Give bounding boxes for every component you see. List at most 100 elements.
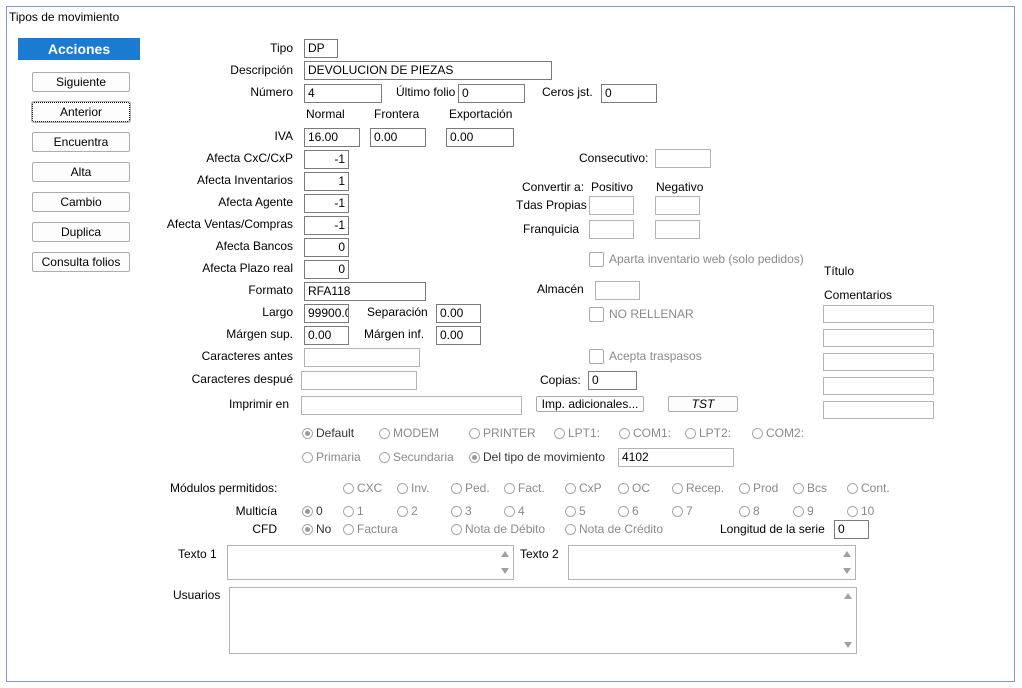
consecutivo-input[interactable]: [655, 149, 711, 168]
radio-dot: [619, 428, 630, 439]
ceros-input[interactable]: 0: [601, 84, 657, 103]
multicia-10-radio[interactable]: 10: [847, 503, 874, 519]
tst-button[interactable]: TST: [668, 396, 738, 412]
port-lpt2-radio[interactable]: LPT2:: [685, 425, 731, 441]
radio-dot: [343, 483, 354, 494]
multicia-2-radio[interactable]: 2: [397, 503, 418, 519]
formato-input[interactable]: RFA118: [304, 282, 426, 301]
multicia-7-radio[interactable]: 7: [672, 503, 693, 519]
imp-adicionales-button[interactable]: Imp. adicionales...: [536, 396, 644, 412]
scroll-down-icon[interactable]: [501, 568, 509, 574]
afecta-cxc-input[interactable]: -1: [304, 150, 349, 169]
port-com2-radio[interactable]: COM2:: [752, 425, 804, 441]
separacion-input[interactable]: 0.00: [436, 304, 481, 323]
afecta-agente-input[interactable]: -1: [304, 194, 349, 213]
almacen-input[interactable]: [595, 281, 640, 300]
numero-input[interactable]: 4: [304, 84, 382, 103]
descripcion-input[interactable]: DEVOLUCION DE PIEZAS: [304, 61, 552, 80]
del-tipo-input[interactable]: 4102: [618, 448, 734, 467]
consulta-folios-button[interactable]: Consulta folios: [32, 252, 130, 272]
no-rellenar-checkbox[interactable]: NO RELLENAR: [589, 305, 694, 323]
usuarios-label: Usuarios: [173, 588, 221, 602]
aparta-web-checkbox[interactable]: Aparta inventario web (solo pedidos): [589, 250, 804, 268]
primaria-radio[interactable]: Primaria: [302, 449, 361, 465]
port-modem-radio[interactable]: MODEM: [379, 425, 439, 441]
comentario-input-4[interactable]: [823, 377, 934, 395]
port-lpt1-radio[interactable]: LPT1:: [554, 425, 600, 441]
modulo-cont-radio[interactable]: Cont.: [847, 480, 890, 496]
comentario-input-2[interactable]: [823, 329, 934, 347]
cfd-nota-debito-radio[interactable]: Nota de Débito: [451, 521, 545, 537]
copias-input[interactable]: 0: [588, 371, 637, 390]
multicia-3-radio[interactable]: 3: [451, 503, 472, 519]
car-antes-input[interactable]: [304, 348, 420, 367]
multicia-5-radio[interactable]: 5: [565, 503, 586, 519]
comentario-input-5[interactable]: [823, 401, 934, 419]
alta-button[interactable]: Alta: [32, 162, 130, 182]
titulo-label: Título: [824, 264, 855, 278]
iva-normal-input[interactable]: 16.00: [304, 128, 360, 147]
cfd-nota-credito-radio[interactable]: Nota de Crédito: [565, 521, 663, 537]
encuentra-button[interactable]: Encuentra: [32, 132, 130, 152]
port-default-radio[interactable]: Default: [302, 425, 354, 441]
port-com1-radio[interactable]: COM1:: [619, 425, 671, 441]
multicia-9-radio[interactable]: 9: [793, 503, 814, 519]
modulo-bcs-radio[interactable]: Bcs: [793, 480, 827, 496]
duplica-button[interactable]: Duplica: [32, 222, 130, 242]
modulo-recep-radio[interactable]: Recep.: [672, 480, 724, 496]
scroll-down-icon[interactable]: [844, 642, 852, 648]
texto2-textarea[interactable]: [568, 545, 856, 580]
scroll-up-icon[interactable]: [843, 551, 851, 557]
multicia-4-radio[interactable]: 4: [504, 503, 525, 519]
modulo-ped-radio[interactable]: Ped.: [451, 480, 490, 496]
franquicia-positivo-input[interactable]: [589, 220, 634, 239]
scroll-up-icon[interactable]: [501, 551, 509, 557]
modulo-fact-radio[interactable]: Fact.: [504, 480, 545, 496]
port-printer-radio[interactable]: PRINTER: [469, 425, 536, 441]
afecta-inv-input[interactable]: 1: [304, 172, 349, 191]
car-despues-input[interactable]: [301, 371, 417, 390]
scrollbar[interactable]: [840, 546, 855, 579]
del-tipo-radio[interactable]: Del tipo de movimiento: [469, 449, 605, 465]
multicia-8-radio[interactable]: 8: [739, 503, 760, 519]
scrollbar[interactable]: [841, 588, 856, 653]
margen-inf-input[interactable]: 0.00: [436, 326, 481, 345]
modulo-inv-radio[interactable]: Inv.: [397, 480, 429, 496]
siguiente-button[interactable]: Siguiente: [32, 72, 130, 92]
cfd-factura-radio[interactable]: Factura: [343, 521, 398, 537]
multicia-0-radio[interactable]: 0: [302, 503, 323, 519]
acepta-traspasos-checkbox[interactable]: Acepta traspasos: [589, 347, 702, 365]
imprimir-input[interactable]: [301, 396, 522, 415]
multicia-1-radio[interactable]: 1: [343, 503, 364, 519]
cambio-button[interactable]: Cambio: [32, 192, 130, 212]
ultimo-folio-input[interactable]: 0: [458, 84, 525, 103]
cfd-no-radio[interactable]: No: [302, 521, 331, 537]
scroll-up-icon[interactable]: [844, 593, 852, 599]
margen-sup-input[interactable]: 0.00: [304, 326, 349, 345]
longitud-serie-input[interactable]: 0: [834, 520, 869, 539]
afecta-ventas-input[interactable]: -1: [304, 216, 349, 235]
modulo-oc-radio[interactable]: OC: [618, 480, 650, 496]
afecta-bancos-input[interactable]: 0: [304, 238, 349, 257]
secundaria-radio[interactable]: Secundaria: [379, 449, 454, 465]
scroll-down-icon[interactable]: [843, 568, 851, 574]
texto1-textarea[interactable]: [227, 545, 514, 580]
franquicia-negativo-input[interactable]: [655, 220, 700, 239]
anterior-button[interactable]: Anterior: [31, 101, 131, 123]
modulo-cxp-radio[interactable]: CxP: [565, 480, 602, 496]
iva-frontera-input[interactable]: 0.00: [370, 128, 426, 147]
almacen-label: Almacén: [537, 282, 584, 296]
comentario-input-3[interactable]: [823, 353, 934, 371]
iva-exportacion-input[interactable]: 0.00: [446, 128, 514, 147]
usuarios-textarea[interactable]: [229, 587, 857, 654]
largo-input[interactable]: 99900.0: [304, 304, 349, 323]
modulo-cxc-radio[interactable]: CXC: [343, 480, 382, 496]
afecta-plazo-input[interactable]: 0: [304, 260, 349, 279]
scrollbar[interactable]: [498, 546, 513, 579]
modulo-prod-radio[interactable]: Prod: [739, 480, 778, 496]
tipo-input[interactable]: DP: [304, 39, 338, 58]
comentario-input-1[interactable]: [823, 305, 934, 323]
tdas-negativo-input[interactable]: [655, 196, 700, 215]
tdas-positivo-input[interactable]: [589, 196, 634, 215]
multicia-6-radio[interactable]: 6: [618, 503, 639, 519]
